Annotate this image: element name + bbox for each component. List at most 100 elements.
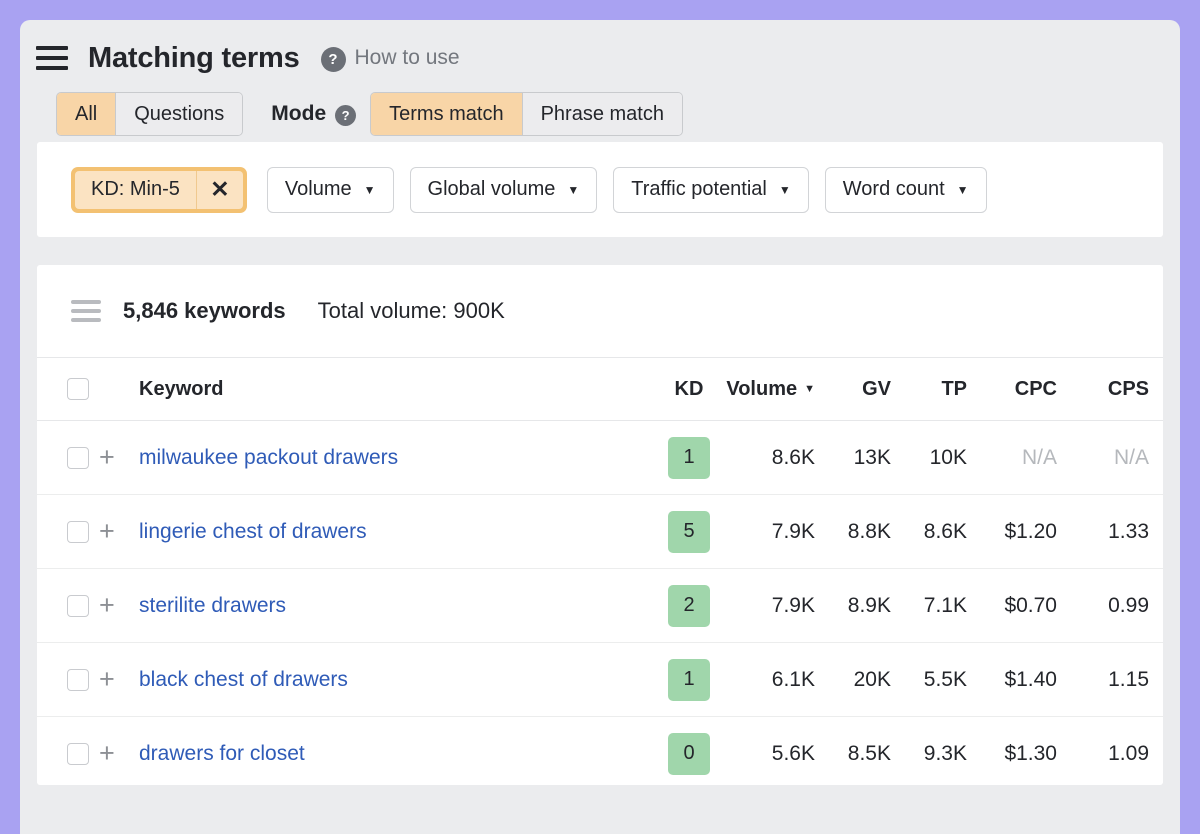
filter-global-volume[interactable]: Global volume ▼ [409, 166, 598, 213]
plus-icon[interactable]: + [99, 666, 139, 693]
row-checkbox[interactable] [67, 594, 89, 617]
filter-chip-kd[interactable]: KD: Min-5 ✕ [71, 166, 247, 213]
row-tp-cell: 8.6K [905, 494, 981, 569]
row-volume-cell: 5.6K [725, 717, 829, 786]
filter-traffic-potential-label: Traffic potential [631, 178, 767, 200]
filter-global-volume-label: Global volume [427, 178, 556, 200]
header-cpc[interactable]: CPC [981, 357, 1071, 421]
table-row[interactable]: + milwaukee packout drawers 1 8.6K 13K 1… [37, 420, 1163, 495]
tab-all[interactable]: All [57, 93, 117, 135]
row-tp-cell: 5.5K [905, 642, 981, 717]
row-keyword-cell: milwaukee packout drawers [139, 420, 653, 495]
row-expand-cell: + [99, 568, 139, 643]
header-cps[interactable]: CPS [1071, 357, 1163, 421]
filter-bar: KD: Min-5 ✕ Volume ▼ Global volume ▼ Tra… [37, 142, 1163, 237]
row-select-cell [37, 494, 99, 569]
tp-value: 10K [929, 445, 967, 469]
kd-badge: 1 [668, 436, 710, 479]
kd-badge: 5 [668, 510, 710, 553]
mode-toolbar: All Questions Mode ? Terms match Phrase … [20, 86, 1180, 142]
table-row[interactable]: + sterilite drawers 2 7.9K 8.9K 7.1K $0.… [37, 568, 1163, 643]
plus-icon[interactable]: + [99, 444, 139, 471]
keyword-link[interactable]: milwaukee packout drawers [139, 446, 398, 469]
header-gv[interactable]: GV [829, 357, 905, 421]
cps-value: 1.09 [1108, 741, 1149, 765]
chevron-down-icon: ▼ [363, 182, 376, 197]
row-gv-cell: 20K [829, 642, 905, 717]
filter-traffic-potential[interactable]: Traffic potential ▼ [613, 166, 809, 213]
tab-questions[interactable]: Questions [116, 93, 243, 135]
row-cpc-cell: $1.30 [981, 717, 1071, 786]
row-select-cell [37, 642, 99, 717]
filter-word-count-label: Word count [842, 178, 945, 200]
scope-segmented-control: All Questions [56, 92, 244, 136]
keywords-table-panel: 5,846 keywords Total volume: 900K Keywor… [37, 265, 1163, 785]
row-select-cell [37, 420, 99, 495]
chevron-down-icon: ▼ [567, 182, 580, 197]
how-to-use-link[interactable]: How to use [355, 46, 460, 70]
row-kd-cell: 2 [653, 568, 725, 643]
header-kd[interactable]: KD [653, 357, 725, 421]
header-tp[interactable]: TP [905, 357, 981, 421]
keyword-link[interactable]: lingerie chest of drawers [139, 520, 367, 543]
header-volume-label: Volume [726, 377, 798, 400]
mode-question-mark-icon[interactable]: ? [335, 104, 357, 126]
row-tp-cell: 10K [905, 420, 981, 495]
header-keyword[interactable]: Keyword [139, 357, 653, 421]
cpc-value: $1.20 [1004, 519, 1057, 543]
chevron-down-icon: ▼ [956, 182, 969, 197]
question-mark-icon[interactable]: ? [320, 46, 346, 72]
sort-desc-icon: ▼ [804, 382, 815, 395]
row-select-cell [37, 717, 99, 786]
table-row[interactable]: + drawers for closet 0 5.6K 8.5K 9.3K $1… [37, 717, 1163, 786]
select-all-checkbox[interactable] [67, 378, 89, 400]
list-bar [71, 300, 101, 304]
keyword-link[interactable]: sterilite drawers [139, 594, 286, 617]
tab-terms-match[interactable]: Terms match [371, 93, 523, 135]
row-keyword-cell: black chest of drawers [139, 642, 653, 717]
tp-value: 9.3K [923, 741, 967, 765]
kd-badge: 0 [668, 732, 710, 775]
header-spacer [99, 357, 139, 421]
plus-icon[interactable]: + [99, 592, 139, 619]
row-volume-cell: 6.1K [725, 642, 829, 717]
list-bar [71, 318, 101, 322]
hamburger-icon[interactable] [36, 46, 68, 70]
plus-icon[interactable]: + [99, 518, 139, 545]
close-icon[interactable]: ✕ [195, 170, 243, 209]
keywords-table: Keyword KD Volume ▼ GV TP CPC CPS + milw… [37, 357, 1163, 785]
filter-volume-label: Volume [284, 178, 352, 200]
plus-icon[interactable]: + [99, 740, 139, 767]
row-tp-cell: 9.3K [905, 717, 981, 786]
row-cpc-cell: $1.20 [981, 494, 1071, 569]
row-expand-cell: + [99, 642, 139, 717]
row-expand-cell: + [99, 420, 139, 495]
row-checkbox[interactable] [67, 446, 89, 469]
row-cps-cell: N/A [1071, 420, 1163, 495]
keyword-link[interactable]: drawers for closet [139, 742, 305, 765]
chevron-down-icon: ▼ [778, 182, 791, 197]
row-checkbox[interactable] [67, 520, 89, 543]
tab-phrase-match[interactable]: Phrase match [522, 93, 682, 135]
header-volume[interactable]: Volume ▼ [725, 357, 829, 421]
row-cps-cell: 1.09 [1071, 717, 1163, 786]
cps-value: N/A [1113, 445, 1149, 469]
list-view-icon[interactable] [71, 300, 101, 322]
row-volume-cell: 7.9K [725, 494, 829, 569]
row-cpc-cell: $1.40 [981, 642, 1071, 717]
row-checkbox[interactable] [67, 668, 89, 691]
app-window: Matching terms ? How to use All Question… [20, 20, 1180, 834]
filter-chip-kd-label: KD: Min-5 [75, 170, 196, 209]
table-row[interactable]: + black chest of drawers 1 6.1K 20K 5.5K… [37, 642, 1163, 717]
mode-label: Mode [271, 102, 327, 125]
row-checkbox[interactable] [67, 742, 89, 765]
keyword-link[interactable]: black chest of drawers [139, 668, 348, 691]
row-volume-cell: 8.6K [725, 420, 829, 495]
row-gv-cell: 8.5K [829, 717, 905, 786]
filter-volume[interactable]: Volume ▼ [266, 166, 394, 213]
table-row[interactable]: + lingerie chest of drawers 5 7.9K 8.8K … [37, 494, 1163, 569]
row-gv-cell: 8.9K [829, 568, 905, 643]
hamburger-bar [36, 56, 68, 60]
tp-value: 5.5K [923, 667, 967, 691]
filter-word-count[interactable]: Word count ▼ [824, 166, 987, 213]
